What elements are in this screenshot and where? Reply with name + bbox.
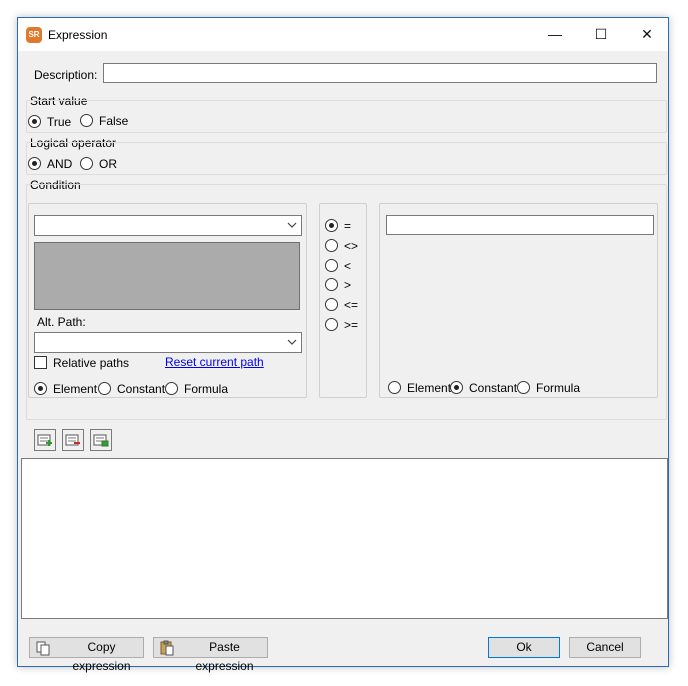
right-formula-radio[interactable] [517,381,530,394]
right-element-label: Element [407,381,452,395]
operator-or-radio[interactable] [80,157,93,170]
remove-condition-icon [65,434,80,446]
left-formula-label: Formula [184,382,229,396]
element-tree-view[interactable] [34,242,300,310]
operator-or-label: OR [99,157,117,171]
relative-paths-checkbox[interactable] [34,356,47,369]
copy-expression-label: Copy expression [72,640,131,673]
expression-dialog: SR Expression — ☐ ✕ Description: Start v… [17,17,669,673]
maximize-button[interactable]: ☐ [578,18,624,51]
start-false-label: False [99,114,129,128]
operator-eq-label: = [344,219,352,233]
operator-lt-label: < [344,259,352,273]
paste-expression-label: Paste expression [195,640,254,673]
copy-icon [36,641,50,656]
description-label: Description: [34,68,98,82]
left-formula-radio[interactable] [165,382,178,395]
operator-and-radio[interactable] [28,157,41,170]
close-button[interactable]: ✕ [624,18,670,51]
add-condition-icon [37,434,52,446]
app-logo-icon: SR [26,27,42,43]
relative-paths-label: Relative paths [53,356,130,370]
edit-condition-icon [93,434,109,447]
alt-path-combo[interactable] [34,332,302,353]
minimize-button[interactable]: — [532,18,578,51]
ok-button[interactable]: Ok [488,637,560,658]
operator-ne-label: <> [344,239,359,253]
operator-ge-radio[interactable] [325,318,338,331]
operator-and-label: AND [47,157,73,171]
add-condition-button[interactable] [34,429,56,451]
operator-le-radio[interactable] [325,298,338,311]
paste-icon [160,640,174,656]
remove-condition-button[interactable] [62,429,84,451]
start-false-radio[interactable] [80,114,93,127]
left-element-radio[interactable] [34,382,47,395]
logical-operator-group [26,142,667,175]
operator-gt-radio[interactable] [325,278,338,291]
operator-gt-label: > [344,278,352,292]
right-constant-label: Constant [469,381,518,395]
edit-condition-button[interactable] [90,429,112,451]
left-constant-radio[interactable] [98,382,111,395]
window-title: Expression [48,28,108,42]
cancel-button[interactable]: Cancel [569,637,641,658]
right-constant-input[interactable] [386,215,654,235]
right-element-radio[interactable] [388,381,401,394]
start-true-radio[interactable] [28,115,41,128]
operator-lt-radio[interactable] [325,259,338,272]
paste-expression-button[interactable]: Paste expression [153,637,268,673]
description-input[interactable] [103,63,657,83]
operator-ge-label: >= [344,318,359,332]
right-formula-label: Formula [536,381,581,395]
title-bar: SR Expression — ☐ ✕ [18,18,668,51]
operator-eq-radio[interactable] [325,219,338,232]
start-true-label: True [47,115,72,129]
left-element-combo[interactable] [34,215,302,236]
reset-current-path-link[interactable]: Reset current path [165,355,264,369]
chevron-down-icon [287,222,297,228]
operator-ne-radio[interactable] [325,239,338,252]
left-element-label: Element [53,382,98,396]
alt-path-label: Alt. Path: [37,315,86,329]
operator-le-label: <= [344,298,359,312]
chevron-down-icon [287,339,297,345]
left-constant-label: Constant [117,382,166,396]
right-constant-radio[interactable] [450,381,463,394]
expression-textarea[interactable] [21,458,668,619]
copy-expression-button[interactable]: Copy expression [29,637,144,673]
